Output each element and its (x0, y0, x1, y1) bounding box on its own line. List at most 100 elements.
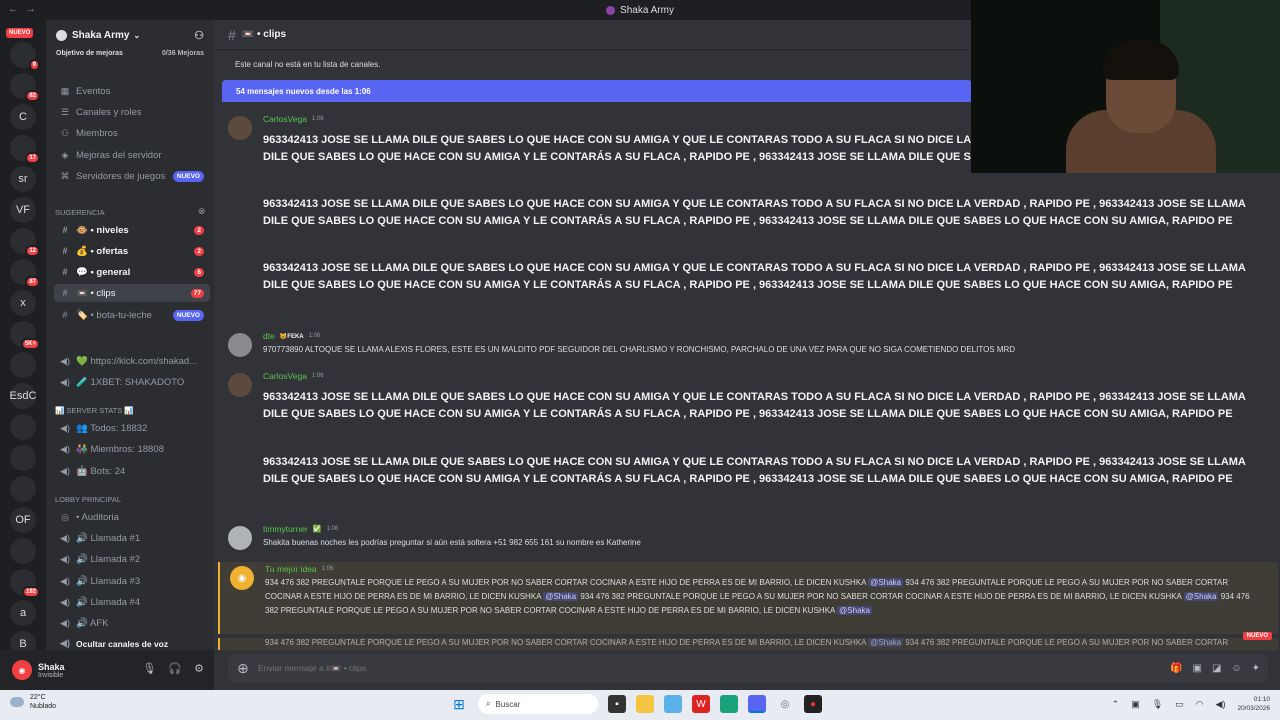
channel-general[interactable]: # 💬 • general 6 (54, 263, 210, 281)
message-author[interactable]: CarlosVega (263, 371, 307, 381)
task-view-icon[interactable]: ▪ (608, 695, 626, 713)
user-mention[interactable]: @Shaka (868, 578, 904, 587)
close-icon[interactable]: ⊗ (198, 206, 206, 217)
sidebar-item-servidores[interactable]: ⌘ Servidores de juegos NUEVO (54, 167, 210, 185)
avatar[interactable] (228, 526, 252, 550)
server-icon[interactable]: C (10, 104, 36, 130)
gift-icon[interactable]: 🎁 (1170, 663, 1182, 674)
weather-widget[interactable]: 22°C Nublado (10, 693, 56, 711)
clock[interactable]: 01:10 20/03/2026 (1237, 695, 1270, 713)
cloud-icon (10, 697, 24, 707)
discord-taskbar-icon[interactable] (748, 695, 766, 713)
user-mention[interactable]: @Shaka (543, 592, 579, 601)
user-info[interactable]: Shaka Invisible (38, 662, 65, 679)
gear-icon[interactable]: ⚙ (194, 662, 204, 675)
avatar[interactable] (228, 373, 252, 397)
stat-bots[interactable]: ◀) 🤖 Bots: 24 (54, 462, 210, 480)
server-icon[interactable]: 12 (10, 228, 40, 257)
user-mention[interactable]: @Shaka (1183, 592, 1219, 601)
hide-voice-channels[interactable]: ◀) Ocultar canales de voz (54, 637, 210, 650)
message-author[interactable]: timmyturner (263, 524, 308, 534)
app-tray-icon[interactable]: ▣ (1131, 699, 1140, 710)
boost-goal[interactable]: Objetivo de mejoras 0/36 Mejoras (46, 50, 214, 64)
headphones-icon[interactable]: 🎧 (168, 662, 182, 675)
server-icon[interactable]: 82 (10, 73, 40, 102)
channel-bota-tu-leche[interactable]: # 🏷️ • bota-tu-leche NUEVO (54, 306, 210, 324)
taskbar-search[interactable]: ⌕ Buscar (478, 694, 598, 714)
category-lobby[interactable]: LOBBY PRINCIPAL (55, 495, 121, 504)
voice-llamada-3[interactable]: ◀) 🔊 Llamada #3 (54, 572, 210, 590)
server-icon[interactable]: EsdC (10, 383, 36, 409)
user-mention[interactable]: @Shaka (868, 638, 904, 647)
sidebar-item-canales[interactable]: ☰ Canales y roles (54, 103, 210, 121)
message-mention[interactable]: 934 476 382 PREGUNTALE PORQUE LE PEGO A … (218, 638, 1278, 650)
server-icon[interactable] (10, 538, 36, 564)
voice-llamada-2[interactable]: ◀) 🔊 Llamada #2 (54, 550, 210, 568)
category-sugerencia[interactable]: Sugerencia (55, 208, 105, 217)
server-icon[interactable]: 87 (10, 259, 40, 288)
voice-llamada-1[interactable]: ◀) 🔊 Llamada #1 (54, 529, 210, 547)
sticker-icon[interactable]: ◪ (1212, 663, 1221, 674)
volume-icon[interactable]: ◀) (1216, 699, 1226, 710)
windows-start-icon[interactable]: ⊞ (450, 695, 468, 713)
server-icon[interactable] (10, 445, 36, 471)
wifi-icon[interactable]: ◠ (1196, 699, 1204, 710)
server-icon[interactable] (10, 414, 36, 440)
message-author[interactable]: Tu mejor idea (265, 564, 317, 574)
channel-niveles[interactable]: # 🐵 • niveles 2 (54, 221, 210, 239)
channel-clips[interactable]: # 📼 • clips 77 (54, 284, 210, 302)
sidebar-item-eventos[interactable]: ▦ Eventos (54, 82, 210, 100)
server-icon[interactable]: VF (10, 197, 36, 223)
server-icon[interactable]: 5K+ (10, 321, 40, 350)
user-mention[interactable]: @Shaka (837, 606, 872, 615)
avatar[interactable] (228, 116, 252, 140)
server-header[interactable]: Shaka Army ⌄ ⚇ (46, 20, 214, 50)
avatar[interactable]: ◉ (12, 660, 32, 680)
obs-icon[interactable]: ● (804, 695, 822, 713)
edge-icon[interactable] (720, 695, 738, 713)
server-icon[interactable]: 17 (10, 135, 40, 164)
emoji-icon[interactable]: ☺ (1231, 663, 1241, 674)
voice-llamada-4[interactable]: ◀) 🔊 Llamada #4 (54, 593, 210, 611)
voice-auditoria[interactable]: ◎ • Auditoria (54, 508, 210, 526)
channel-1xbet[interactable]: ◀) 🧪 1XBET: SHAKADOTO (54, 373, 210, 391)
file-explorer-icon[interactable] (636, 695, 654, 713)
hash-icon: # (62, 288, 68, 298)
back-forward-icon[interactable]: ←→ (8, 3, 42, 15)
display-icon[interactable]: ▭ (1175, 699, 1184, 710)
channel-ofertas[interactable]: # 💰 • ofertas 2 (54, 242, 210, 260)
microphone-icon[interactable]: 🎙 (142, 662, 156, 675)
category-server-stats[interactable]: 📊 SERVER STATS 📊 (55, 406, 134, 415)
server-icon[interactable]: a (10, 600, 36, 626)
gif-icon[interactable]: ▣ (1192, 663, 1201, 674)
new-messages-bar[interactable]: 54 mensajes nuevos desde las 1:06 (222, 80, 972, 102)
chevron-up-icon[interactable]: ⌃ (1112, 699, 1120, 710)
apps-icon[interactable]: ✦ (1252, 663, 1260, 674)
avatar[interactable] (228, 333, 252, 357)
app-icon[interactable]: ◎ (776, 695, 794, 713)
channel-kick-link[interactable]: ◀) 💚 https://kick.com/shakad... (54, 352, 210, 370)
server-icon[interactable]: sr (10, 166, 36, 192)
message-author[interactable]: dte (263, 331, 275, 341)
message-input[interactable] (258, 663, 1058, 673)
sidebar-item-miembros[interactable]: ⚇ Miembros (54, 124, 210, 142)
server-icon[interactable]: 192 (10, 569, 40, 598)
copilot-icon[interactable] (664, 695, 682, 713)
server-icon[interactable] (10, 352, 36, 378)
sidebar-item-mejoras[interactable]: ◈ Mejoras del servidor (54, 146, 210, 164)
server-icon[interactable] (10, 476, 36, 502)
voice-afk[interactable]: ◀) 🔊 AFK (54, 614, 210, 632)
message-author[interactable]: CarlosVega (263, 114, 307, 124)
server-icon[interactable]: x (10, 290, 36, 316)
message-mention[interactable]: ◉ Tu mejor idea 1:06 934 476 382 PREGUNT… (218, 562, 1278, 634)
discord-icon[interactable]: ◉ (230, 566, 254, 590)
app-icon[interactable]: W (692, 695, 710, 713)
add-member-icon[interactable]: ⚇ (194, 29, 204, 42)
stat-miembros[interactable]: ◀) 👫 Miembros: 18808 (54, 440, 210, 458)
stat-todos[interactable]: ◀) 👥 Todos: 18832 (54, 419, 210, 437)
server-rail: NUEVO 9 82 C 17 sr VF 12 87 x 5K+ EsdC OF 192 a B (0, 20, 46, 690)
server-icon[interactable]: OF (10, 507, 36, 533)
plus-icon[interactable]: ⊕ (228, 660, 258, 677)
server-icon[interactable]: 9 (10, 42, 40, 71)
microphone-icon[interactable]: 🎙 (1152, 699, 1163, 710)
